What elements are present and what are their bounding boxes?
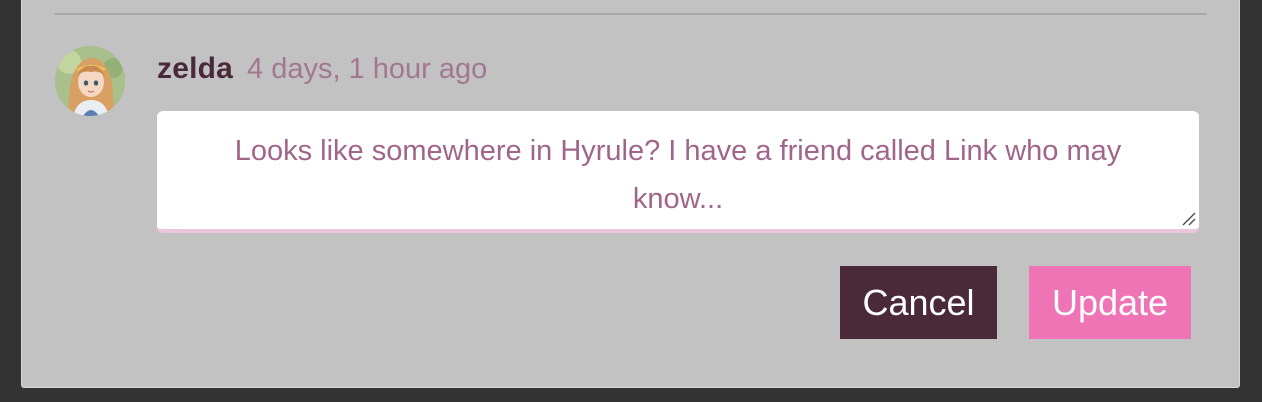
comment-textarea-container: Looks like somewhere in Hyrule? I have a… [157, 111, 1199, 233]
comment-edit-panel: zelda 4 days, 1 hour ago Looks like some… [21, 0, 1240, 388]
username[interactable]: zelda [157, 52, 233, 86]
avatar-image [55, 46, 125, 116]
resize-grip-icon[interactable] [1180, 210, 1196, 226]
divider [55, 13, 1207, 15]
avatar [55, 46, 125, 116]
timestamp: 4 days, 1 hour ago [247, 53, 488, 85]
comment-header: zelda 4 days, 1 hour ago [157, 52, 487, 92]
update-button[interactable]: Update [1029, 266, 1191, 339]
cancel-button[interactable]: Cancel [840, 266, 997, 339]
comment-textarea[interactable]: Looks like somewhere in Hyrule? I have a… [157, 111, 1199, 229]
